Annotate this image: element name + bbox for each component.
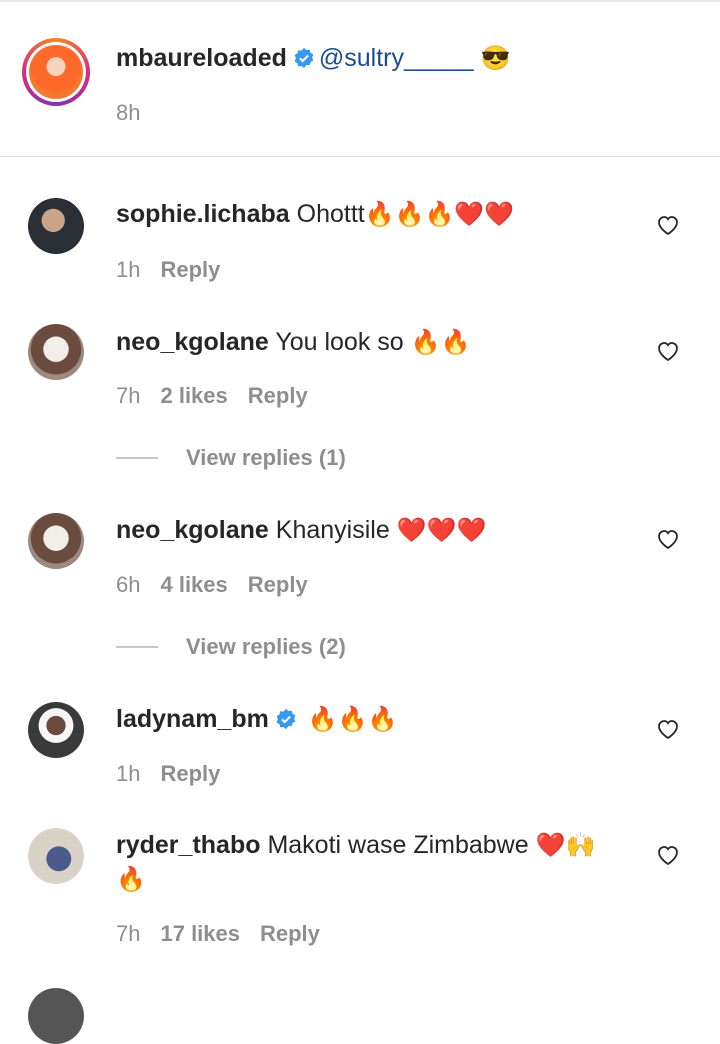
comment-meta: 7h 2 likes Reply: [116, 383, 328, 409]
comment-username[interactable]: ryder_thabo: [116, 831, 260, 859]
comment-emoji: 🔥🔥🔥❤️❤️: [364, 201, 515, 228]
comment-emoji: ❤️🙌: [535, 832, 596, 859]
caption-username[interactable]: mbaureloaded: [116, 44, 287, 72]
comment-meta: 6h 4 likes Reply: [116, 572, 328, 598]
comment-username[interactable]: ladynam_bm: [116, 705, 269, 733]
comment-time: 1h: [116, 257, 141, 282]
caption-time: 8h: [116, 100, 141, 125]
caption-mention[interactable]: @sultry_____: [319, 44, 474, 72]
comment-text: ladynam_bm 🔥🔥🔥: [116, 703, 397, 736]
comment-meta: 1h Reply: [116, 761, 240, 787]
comment-body: Khanyisile: [275, 516, 390, 544]
verified-badge-icon: [294, 47, 314, 69]
comment-emoji: 🔥: [116, 866, 146, 893]
caption-emoji: 😎: [480, 45, 511, 72]
comment-likes[interactable]: 4 likes: [160, 572, 227, 597]
view-replies-line: [116, 457, 158, 459]
comment-emoji: 🔥🔥🔥: [307, 706, 398, 733]
comment-username[interactable]: sophie.lichaba: [116, 200, 290, 228]
avatar[interactable]: [28, 324, 84, 380]
avatar[interactable]: [28, 702, 84, 758]
reply-button[interactable]: Reply: [160, 761, 220, 786]
heart-outline-icon[interactable]: [656, 528, 680, 550]
view-replies-line: [116, 646, 158, 648]
avatar[interactable]: [28, 513, 84, 569]
heart-outline-icon[interactable]: [656, 340, 680, 362]
avatar[interactable]: [28, 198, 84, 254]
comment-username[interactable]: neo_kgolane: [116, 516, 269, 544]
top-border: [0, 0, 720, 2]
comment-time: 7h: [116, 921, 141, 946]
comment-likes[interactable]: 2 likes: [160, 383, 227, 408]
view-replies-button[interactable]: View replies (2): [186, 634, 346, 660]
avatar[interactable]: [28, 988, 84, 1044]
comment-emoji: 🔥🔥: [410, 329, 471, 356]
comment-meta: 7h 17 likes Reply: [116, 921, 340, 947]
reply-button[interactable]: Reply: [160, 257, 220, 282]
comment-body: Makoti wase Zimbabwe: [267, 831, 529, 859]
comment-emoji: ❤️❤️❤️: [396, 517, 487, 544]
avatar[interactable]: [28, 828, 84, 884]
comment-text-line2: 🔥: [116, 863, 146, 896]
comment-body: You look so: [275, 328, 404, 356]
divider: [0, 156, 720, 157]
caption-author-avatar[interactable]: [22, 38, 90, 106]
comment-username[interactable]: neo_kgolane: [116, 328, 269, 356]
view-replies-button[interactable]: View replies (1): [186, 445, 346, 471]
comment-time: 6h: [116, 572, 141, 597]
comment-text: sophie.lichaba Ohottt🔥🔥🔥❤️❤️: [116, 198, 514, 231]
heart-outline-icon[interactable]: [656, 844, 680, 866]
reply-button[interactable]: Reply: [260, 921, 320, 946]
comment-likes[interactable]: 17 likes: [160, 921, 240, 946]
comment-text: neo_kgolane Khanyisile ❤️❤️❤️: [116, 514, 486, 547]
heart-outline-icon[interactable]: [656, 718, 680, 740]
comment-time: 7h: [116, 383, 141, 408]
caption-line: mbaureloaded @sultry_____ 😎: [116, 42, 510, 75]
comment-body: Ohottt: [296, 200, 365, 228]
heart-outline-icon[interactable]: [656, 214, 680, 236]
caption-meta: 8h: [116, 100, 160, 126]
comment-text: ryder_thabo Makoti wase Zimbabwe ❤️🙌: [116, 829, 595, 862]
comment-time: 1h: [116, 761, 141, 786]
reply-button[interactable]: Reply: [248, 383, 308, 408]
comment-text: neo_kgolane You look so 🔥🔥: [116, 326, 470, 359]
verified-badge-icon: [276, 708, 296, 730]
reply-button[interactable]: Reply: [248, 572, 308, 597]
comment-meta: 1h Reply: [116, 257, 240, 283]
